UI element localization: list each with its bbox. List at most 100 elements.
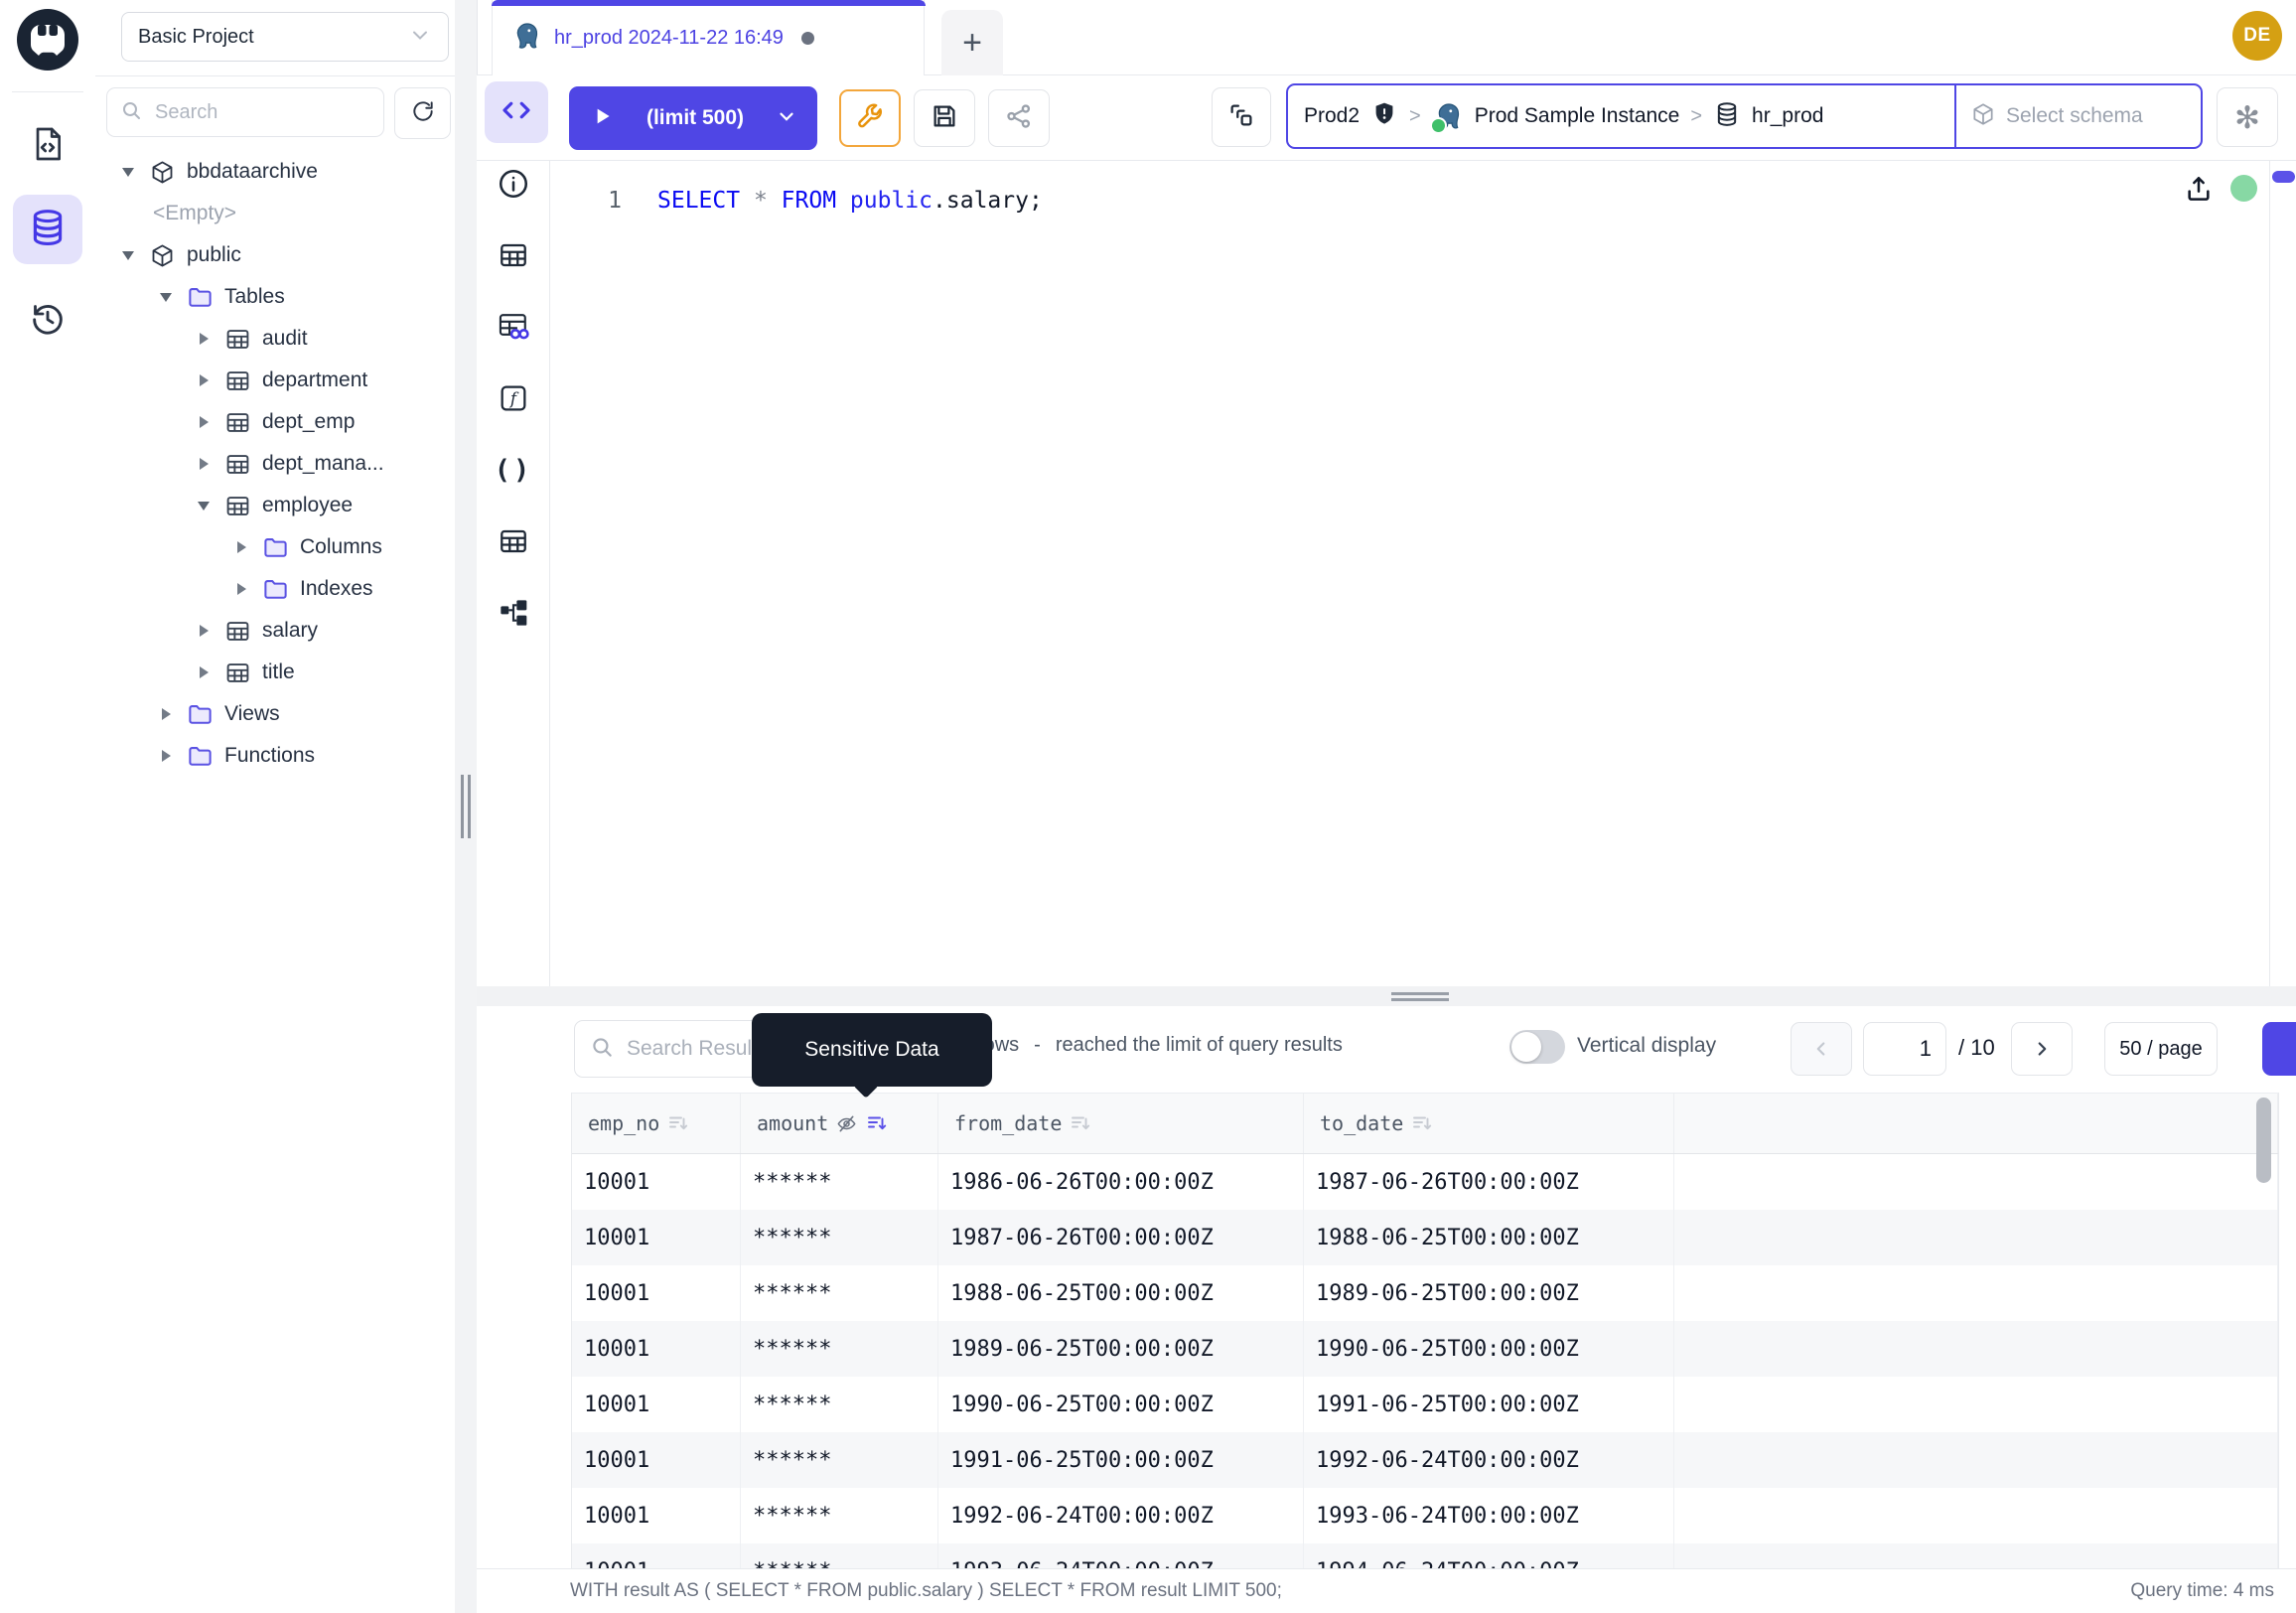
table-cell[interactable]: ******	[741, 1377, 938, 1432]
table-cell[interactable]	[1674, 1543, 2278, 1568]
table-cell[interactable]	[1674, 1321, 2278, 1377]
table-cell[interactable]: 1992-06-24T00:00:00Z	[1304, 1432, 1674, 1488]
page-size-select[interactable]: 50 / page	[2104, 1022, 2218, 1076]
code-line[interactable]: 1 SELECT * FROM public.salary;	[596, 185, 1043, 217]
tables-tab-button[interactable]	[492, 233, 535, 277]
table-cell[interactable]: 1987-06-26T00:00:00Z	[1304, 1154, 1674, 1210]
caret-right-icon[interactable]	[195, 458, 213, 470]
table-cell[interactable]	[1674, 1265, 2278, 1321]
caret-right-icon[interactable]	[195, 333, 213, 345]
batch-query-button[interactable]	[1212, 87, 1271, 147]
table-row[interactable]: 10001******1993-06-24T00:00:00Z1994-06-2…	[572, 1543, 2278, 1568]
table-cell[interactable]: ******	[741, 1154, 938, 1210]
table-cell[interactable]: 10001	[572, 1210, 741, 1265]
table-cell[interactable]: ******	[741, 1210, 938, 1265]
nav-worksheet-button[interactable]	[13, 111, 82, 181]
table-row[interactable]: 10001******1992-06-24T00:00:00Z1993-06-2…	[572, 1488, 2278, 1543]
table-cell[interactable]: 1986-06-26T00:00:00Z	[938, 1154, 1304, 1210]
sort-icon[interactable]	[666, 1111, 690, 1135]
upload-icon[interactable]	[2183, 173, 2215, 205]
table-cell[interactable]: 10001	[572, 1377, 741, 1432]
new-tab-button[interactable]: +	[941, 10, 1003, 75]
table-cell[interactable]: 10001	[572, 1154, 741, 1210]
sort-icon[interactable]	[865, 1111, 889, 1135]
table-cell[interactable]: 10001	[572, 1543, 741, 1568]
tree-item-tables[interactable]: Tables	[95, 276, 455, 318]
run-query-button[interactable]: (limit 500)	[569, 86, 817, 150]
caret-down-icon[interactable]	[119, 251, 137, 260]
table-cell[interactable]: ******	[741, 1321, 938, 1377]
caret-right-icon[interactable]	[195, 416, 213, 428]
tree-item-salary[interactable]: salary	[95, 610, 455, 652]
chevron-down-icon[interactable]	[776, 105, 797, 132]
column-header-to_date[interactable]: to_date	[1304, 1094, 1674, 1153]
schema-diagram-tab-button[interactable]	[492, 591, 535, 635]
tree-item-audit[interactable]: audit	[95, 318, 455, 360]
export-button[interactable]	[2262, 1022, 2296, 1076]
table-cell[interactable]: 10001	[572, 1432, 741, 1488]
admin-wrench-button[interactable]	[839, 89, 901, 147]
table-cell[interactable]: 10001	[572, 1488, 741, 1543]
table-cell[interactable]: 1989-06-25T00:00:00Z	[938, 1321, 1304, 1377]
tree-item-views[interactable]: Views	[95, 693, 455, 735]
sidebar-search[interactable]	[106, 87, 384, 137]
caret-right-icon[interactable]	[232, 583, 250, 595]
table-cell[interactable]: 1993-06-24T00:00:00Z	[1304, 1488, 1674, 1543]
table-row[interactable]: 10001******1988-06-25T00:00:00Z1989-06-2…	[572, 1265, 2278, 1321]
connection-context[interactable]: Prod2 > Prod Sample Instance > hr_prod	[1288, 85, 1954, 147]
tree-item-employee[interactable]: employee	[95, 485, 455, 526]
caret-down-icon[interactable]	[157, 293, 175, 302]
schema-selector[interactable]: Select schema	[1954, 85, 2201, 147]
prev-page-button[interactable]	[1791, 1022, 1852, 1076]
table-cell[interactable]: ******	[741, 1543, 938, 1568]
caret-right-icon[interactable]	[195, 374, 213, 386]
table-cell[interactable]: 1992-06-24T00:00:00Z	[938, 1488, 1304, 1543]
tree-item-dept-emp[interactable]: dept_emp	[95, 401, 455, 443]
sensitive-columns-tab-button[interactable]	[492, 305, 535, 349]
table-cell[interactable]	[1674, 1488, 2278, 1543]
table-cell[interactable]: 1990-06-25T00:00:00Z	[938, 1377, 1304, 1432]
table-cell[interactable]: 1989-06-25T00:00:00Z	[1304, 1265, 1674, 1321]
table-cell[interactable]: 10001	[572, 1265, 741, 1321]
table-row[interactable]: 10001******1989-06-25T00:00:00Z1990-06-2…	[572, 1321, 2278, 1377]
table-row[interactable]: 10001******1990-06-25T00:00:00Z1991-06-2…	[572, 1377, 2278, 1432]
tree-item-indexes[interactable]: Indexes	[95, 568, 455, 610]
page-number-input[interactable]	[1863, 1022, 1946, 1076]
table-cell[interactable]: 1987-06-26T00:00:00Z	[938, 1210, 1304, 1265]
tree-item-bbdataarchive[interactable]: bbdataarchive	[95, 151, 455, 193]
tree-item-columns[interactable]: Columns	[95, 526, 455, 568]
external-tables-tab-button[interactable]	[492, 519, 535, 563]
refresh-button[interactable]	[394, 87, 451, 139]
info-tab-button[interactable]	[492, 162, 535, 206]
caret-right-icon[interactable]	[195, 666, 213, 678]
table-cell[interactable]: 1988-06-25T00:00:00Z	[1304, 1210, 1674, 1265]
vertical-display-toggle[interactable]	[1509, 1030, 1565, 1064]
tree-item-title[interactable]: title	[95, 652, 455, 693]
table-cell[interactable]: 10001	[572, 1321, 741, 1377]
tree-item-dept-mana-[interactable]: dept_mana...	[95, 443, 455, 485]
caret-right-icon[interactable]	[157, 750, 175, 762]
table-cell[interactable]: 1994-06-24T00:00:00Z	[1304, 1543, 1674, 1568]
table-cell[interactable]: 1991-06-25T00:00:00Z	[938, 1432, 1304, 1488]
functions-tab-button[interactable]: f	[492, 376, 535, 420]
next-page-button[interactable]	[2011, 1022, 2073, 1076]
table-cell[interactable]: ******	[741, 1488, 938, 1543]
caret-right-icon[interactable]	[195, 625, 213, 637]
table-row[interactable]: 10001******1986-06-26T00:00:00Z1987-06-2…	[572, 1154, 2278, 1210]
sidebar-search-input[interactable]	[153, 100, 371, 125]
editor-scrollbar-thumb[interactable]	[2272, 171, 2295, 183]
caret-down-icon[interactable]	[195, 502, 213, 511]
procedures-tab-button[interactable]: ()	[492, 448, 535, 492]
avatar[interactable]: DE	[2232, 11, 2282, 61]
table-cell[interactable]: 1991-06-25T00:00:00Z	[1304, 1377, 1674, 1432]
column-header-amount[interactable]: amount	[741, 1094, 938, 1153]
column-header-from_date[interactable]: from_date	[938, 1094, 1304, 1153]
sidebar-resize-handle[interactable]	[455, 0, 478, 1613]
share-button[interactable]	[988, 89, 1050, 147]
editor-code-view-button[interactable]	[485, 81, 548, 143]
table-cell[interactable]	[1674, 1210, 2278, 1265]
sql-editor[interactable]: f () 1 SELECT * FROM public.salary;	[477, 161, 2296, 986]
ai-assistant-button[interactable]: ✻	[2217, 87, 2278, 147]
table-cell[interactable]	[1674, 1377, 2278, 1432]
table-cell[interactable]: 1988-06-25T00:00:00Z	[938, 1265, 1304, 1321]
